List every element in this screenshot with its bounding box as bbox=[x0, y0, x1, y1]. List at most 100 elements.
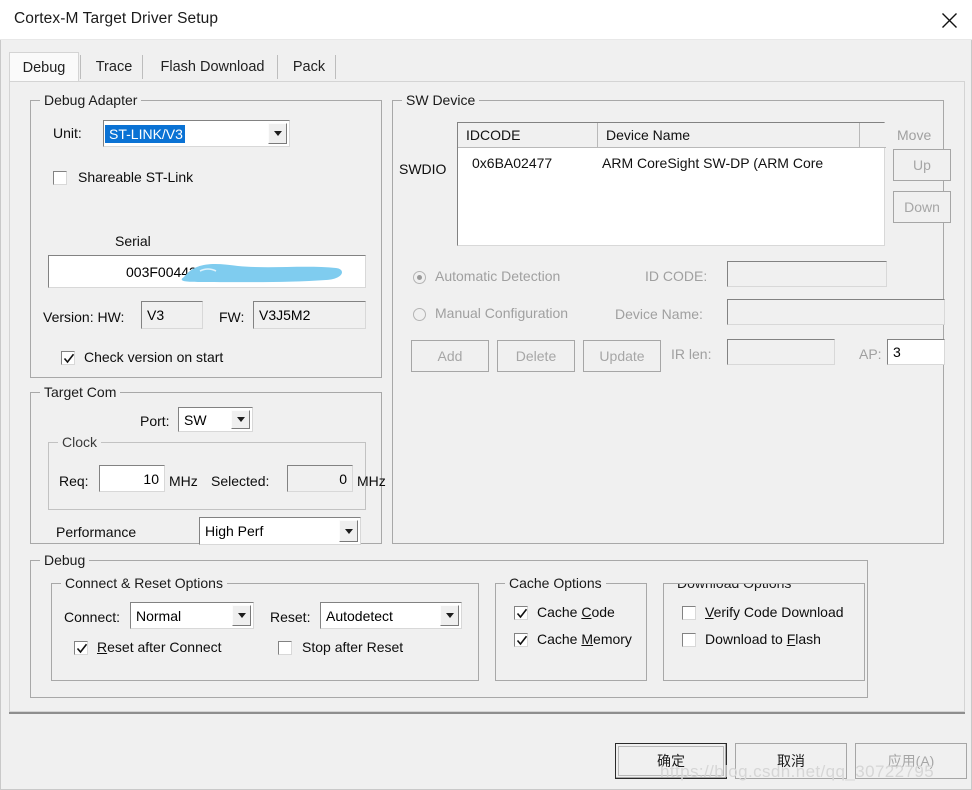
ir-len-label: IR len: bbox=[671, 346, 712, 362]
port-combo[interactable]: SW bbox=[178, 407, 253, 432]
connect-label: Connect: bbox=[64, 609, 121, 625]
tab-trace[interactable]: Trace bbox=[87, 52, 141, 82]
unit-combo[interactable]: ST-LINK/V3 bbox=[103, 120, 290, 147]
selected-clock-field: 0 bbox=[287, 465, 353, 492]
tab-flash-download[interactable]: Flash Download bbox=[149, 52, 276, 82]
group-debug-adapter: Debug Adapter Unit: ST-LINK/V3 Shareable… bbox=[30, 92, 382, 378]
apply-button: 应用(A) bbox=[855, 743, 967, 779]
column-header-idcode[interactable]: IDCODE bbox=[458, 123, 598, 148]
download-to-flash-checkbox[interactable] bbox=[682, 633, 696, 647]
ap-field[interactable]: 3 bbox=[887, 339, 945, 365]
group-label-debug-adapter: Debug Adapter bbox=[40, 92, 142, 108]
reset-combo-value: Autodetect bbox=[326, 607, 393, 624]
column-header-spacer bbox=[860, 123, 886, 148]
cache-memory-checkbox[interactable] bbox=[514, 633, 528, 647]
tab-separator bbox=[142, 55, 143, 79]
check-icon bbox=[63, 353, 75, 364]
group-target-com: Target Com Port: SW Clock Req: 10 MHz Se… bbox=[30, 384, 386, 545]
move-label: Move bbox=[897, 127, 932, 143]
connect-combo[interactable]: Normal bbox=[130, 602, 254, 629]
add-button: Add bbox=[411, 340, 489, 372]
check-version-on-start-checkbox[interactable] bbox=[61, 351, 75, 365]
group-label-target-com: Target Com bbox=[40, 384, 121, 400]
cache-memory-label: Cache Memory bbox=[537, 631, 632, 647]
stop-after-reset-checkbox[interactable] bbox=[278, 641, 292, 655]
group-label-download-options: Download Options bbox=[673, 584, 796, 591]
chevron-down-icon[interactable] bbox=[232, 605, 251, 626]
ir-len-field bbox=[727, 339, 835, 365]
manual-configuration-label: Manual Configuration bbox=[435, 305, 569, 321]
cancel-button[interactable]: 取消 bbox=[735, 743, 847, 779]
fw-version-field: V3J5M2 bbox=[253, 301, 366, 329]
stop-after-reset-label: Stop after Reset bbox=[302, 639, 404, 655]
req-label: Req: bbox=[59, 473, 89, 489]
dialog-body: Debug Trace Flash Download Pack Debug Ad… bbox=[0, 40, 972, 790]
close-button[interactable] bbox=[926, 0, 972, 40]
ok-button[interactable]: 确定 bbox=[615, 743, 727, 779]
tab-pack[interactable]: Pack bbox=[284, 52, 334, 82]
cell-device-name: ARM CoreSight SW-DP (ARM Core bbox=[602, 155, 824, 171]
port-label: Port: bbox=[140, 413, 170, 429]
selected-clock-value: 0 bbox=[339, 470, 347, 487]
window-title: Cortex-M Target Driver Setup bbox=[14, 10, 219, 27]
automatic-detection-radio[interactable] bbox=[413, 271, 426, 284]
chevron-down-icon[interactable] bbox=[231, 410, 250, 429]
unit-combo-value: ST-LINK/V3 bbox=[105, 124, 185, 143]
tab-separator bbox=[335, 55, 336, 79]
device-name-label: Device Name: bbox=[615, 306, 703, 322]
reset-combo[interactable]: Autodetect bbox=[320, 602, 462, 629]
reset-after-connect-label: Reset after Connect bbox=[97, 639, 222, 655]
reset-after-connect-checkbox[interactable] bbox=[74, 641, 88, 655]
hw-version-value: V3 bbox=[147, 307, 165, 323]
group-sw-device: SW Device SWDIO IDCODE Device Name 0x6BA… bbox=[392, 92, 951, 544]
group-label-connect-reset-options: Connect & Reset Options bbox=[61, 575, 227, 591]
group-label-debug: Debug bbox=[40, 552, 90, 568]
req-clock-value: 10 bbox=[143, 470, 159, 487]
group-clock: Clock Req: 10 MHz Selected: 0 MHz bbox=[48, 434, 386, 510]
check-icon bbox=[76, 643, 88, 654]
tab-panel-debug: Debug Adapter Unit: ST-LINK/V3 Shareable… bbox=[9, 81, 965, 712]
shareable-st-link-label: Shareable ST-Link bbox=[78, 169, 194, 185]
tab-panel-shadow bbox=[9, 712, 965, 714]
check-version-on-start-label: Check version on start bbox=[84, 349, 224, 365]
req-clock-field[interactable]: 10 bbox=[99, 465, 165, 492]
verify-code-download-label: Verify Code Download bbox=[705, 604, 844, 620]
verify-code-download-checkbox[interactable] bbox=[682, 606, 696, 620]
group-label-cache-options: Cache Options bbox=[505, 575, 606, 591]
hw-version-field: V3 bbox=[141, 301, 203, 329]
group-label-sw-device: SW Device bbox=[402, 92, 480, 108]
id-code-field bbox=[727, 261, 887, 287]
chevron-down-icon[interactable] bbox=[440, 605, 459, 626]
cache-code-label: Cache Code bbox=[537, 604, 615, 620]
performance-combo-value: High Perf bbox=[205, 523, 264, 539]
download-to-flash-label: Download to Flash bbox=[705, 631, 821, 647]
serial-label: Serial bbox=[115, 233, 151, 249]
check-icon bbox=[516, 635, 528, 646]
tab-strip: Debug Trace Flash Download Pack bbox=[9, 52, 965, 82]
unit-label: Unit: bbox=[53, 125, 82, 141]
shareable-st-link-checkbox[interactable] bbox=[53, 171, 67, 185]
performance-combo[interactable]: High Perf bbox=[199, 517, 361, 545]
move-down-button: Down bbox=[893, 191, 951, 223]
port-combo-value: SW bbox=[184, 411, 207, 428]
group-connect-reset-options: Connect & Reset Options Connect: Normal … bbox=[51, 575, 479, 681]
req-unit-label: MHz bbox=[169, 473, 198, 489]
chevron-down-icon[interactable] bbox=[339, 520, 358, 542]
selected-label: Selected: bbox=[211, 473, 270, 489]
selected-unit-label: MHz bbox=[357, 473, 386, 489]
tab-debug[interactable]: Debug bbox=[9, 52, 79, 82]
connect-combo-value: Normal bbox=[136, 607, 182, 624]
sw-device-list[interactable]: IDCODE Device Name 0x6BA02477 ARM CoreSi… bbox=[457, 122, 886, 246]
fw-label: FW: bbox=[219, 309, 245, 325]
id-code-label: ID CODE: bbox=[645, 268, 708, 284]
chevron-down-icon[interactable] bbox=[268, 123, 287, 144]
ap-label: AP: bbox=[859, 346, 882, 362]
title-bar: Cortex-M Target Driver Setup bbox=[0, 0, 972, 40]
move-up-button: Up bbox=[893, 149, 951, 181]
cache-code-checkbox[interactable] bbox=[514, 606, 528, 620]
serial-field[interactable]: 003F00443 bbox=[48, 255, 366, 288]
manual-configuration-radio[interactable] bbox=[413, 308, 426, 321]
column-header-device-name[interactable]: Device Name bbox=[598, 123, 860, 148]
device-name-field bbox=[727, 299, 945, 325]
performance-label: Performance bbox=[56, 524, 137, 540]
